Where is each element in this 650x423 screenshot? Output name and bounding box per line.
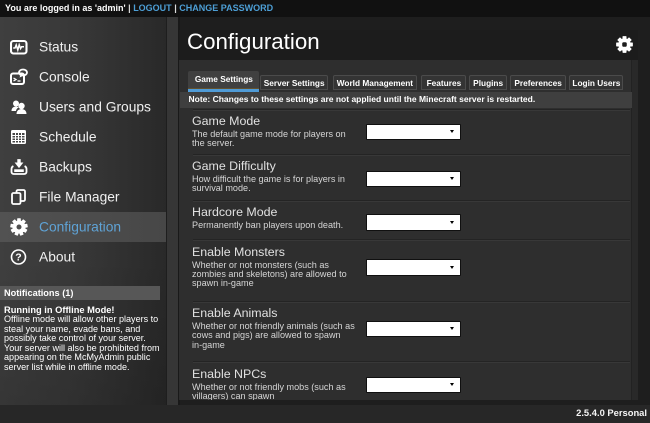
svg-text:?: ? (15, 252, 21, 264)
